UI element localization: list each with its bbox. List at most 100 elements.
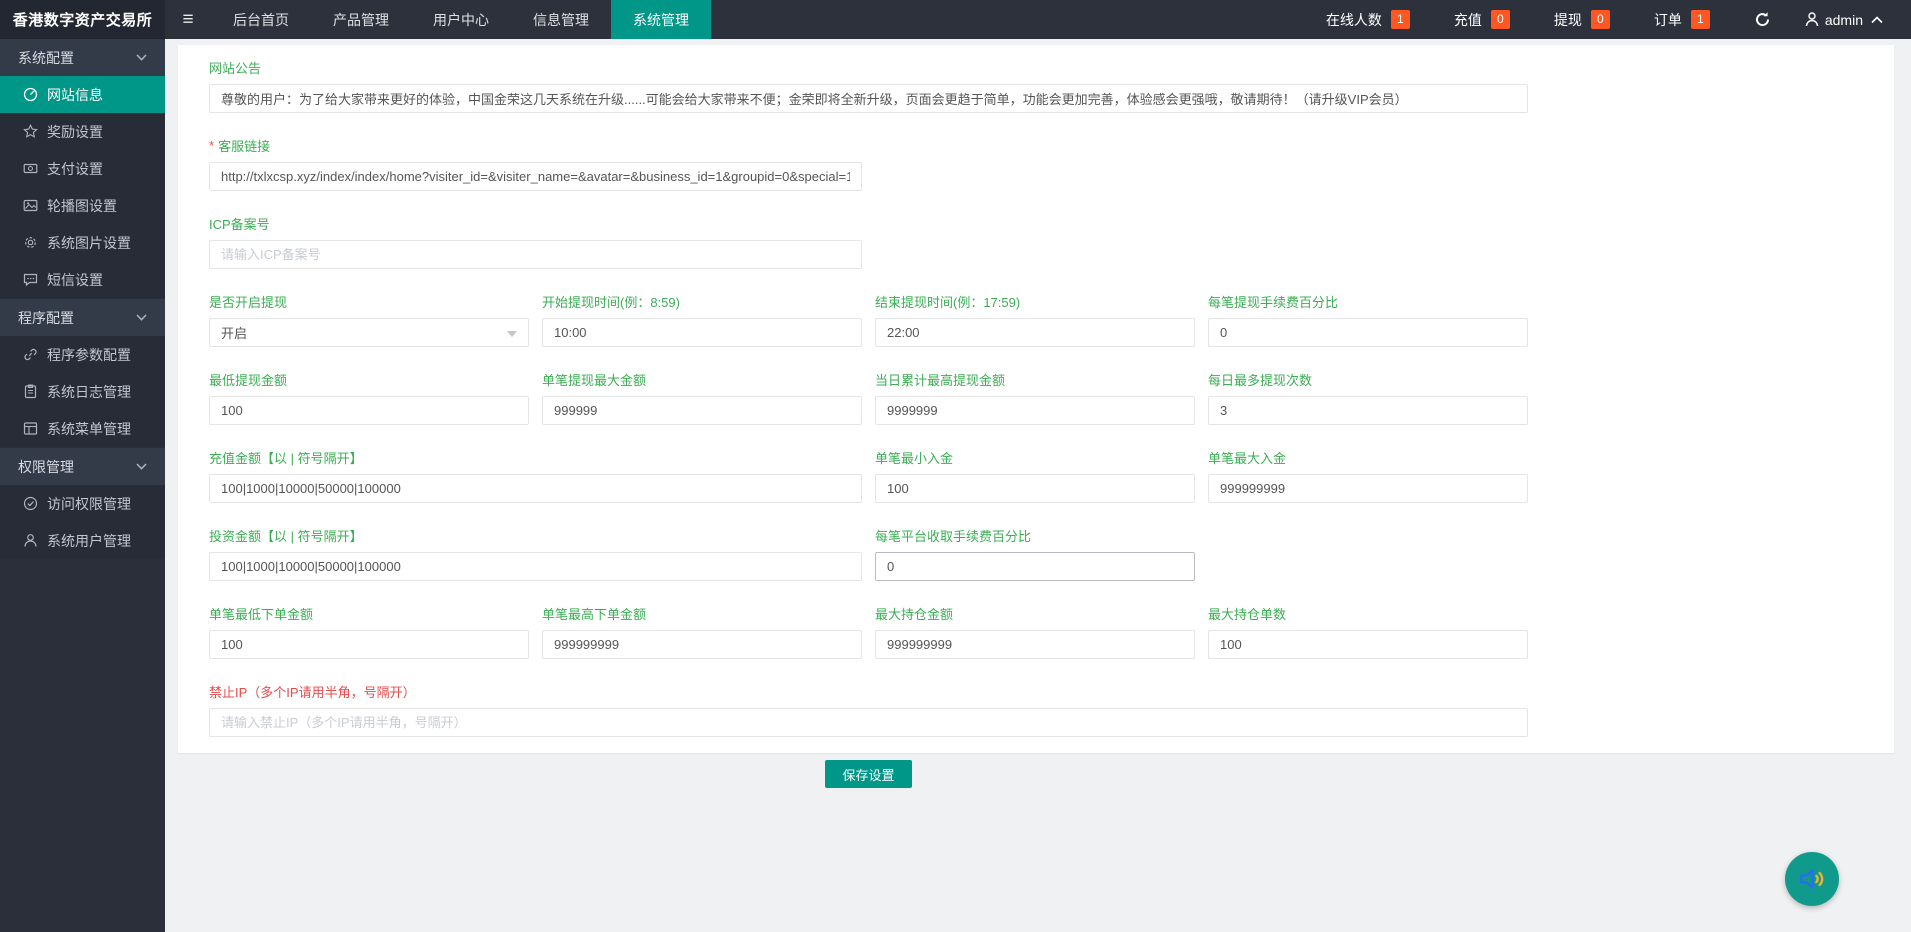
sidebar-section-program-config[interactable]: 程序配置 [0,299,165,336]
stat-recharge[interactable]: 充值 0 [1454,10,1510,30]
status-badge: 0 [1491,10,1510,29]
nav-item-products[interactable]: 产品管理 [311,0,411,39]
stat-online-users[interactable]: 在线人数 1 [1326,10,1410,30]
layout-icon [22,421,38,437]
recharge-amounts-input[interactable] [209,474,862,503]
required-asterisk: * [209,138,214,153]
link-icon [22,347,38,363]
field-label: 是否开启提现 [209,292,529,311]
stat-withdraw[interactable]: 提现 0 [1554,10,1610,30]
sidebar-items: 程序参数配置 系统日志管理 系统菜单管理 [0,336,165,447]
field-platform-fee-percent: 每笔平台收取手续费百分比 [875,526,1195,581]
withdraw-fee-percent-input[interactable] [1208,318,1528,347]
gear-icon [22,235,38,251]
max-deposit-input[interactable] [1208,474,1528,503]
sidebar-section-permissions[interactable]: 权限管理 [0,448,165,485]
sidebar-item-site-info[interactable]: 网站信息 [0,76,165,113]
sidebar-item-access-permissions[interactable]: 访问权限管理 [0,485,165,522]
min-withdraw-input[interactable] [209,396,529,425]
sidebar-section-system-config[interactable]: 系统配置 [0,39,165,76]
top-navigation: 后台首页 产品管理 用户中心 信息管理 系统管理 [211,0,711,39]
field-withdraw-enable: 是否开启提现 开启 [209,292,529,347]
field-label: 网站公告 [209,58,1528,77]
min-order-amount-input[interactable] [209,630,529,659]
status-badge: 1 [1691,10,1710,29]
max-withdraw-per-order-input[interactable] [542,396,862,425]
nav-item-system[interactable]: 系统管理 [611,0,711,39]
field-withdraw-end-time: 结束提现时间(例：17:59) [875,292,1195,347]
field-min-deposit: 单笔最小入金 [875,448,1195,503]
sidebar-item-system-logs[interactable]: 系统日志管理 [0,373,165,410]
sidebar-items: 网站信息 奖励设置 支付设置 轮播图设置 系统图片设置 短信设置 [0,76,165,298]
field-label: 最大持仓金额 [875,604,1195,623]
service-link-input[interactable] [209,162,862,191]
platform-fee-percent-input[interactable] [875,552,1195,581]
nav-item-info[interactable]: 信息管理 [511,0,611,39]
sidebar-item-system-menus[interactable]: 系统菜单管理 [0,410,165,447]
sidebar-item-program-params[interactable]: 程序参数配置 [0,336,165,373]
max-position-count-input[interactable] [1208,630,1528,659]
topbar-right: 在线人数 1 充值 0 提现 0 订单 1 admin [1326,0,1911,39]
field-daily-max-withdraw: 当日累计最高提现金额 [875,370,1195,425]
shield-check-icon [22,496,38,512]
invest-amounts-input[interactable] [209,552,862,581]
announcement-input[interactable] [209,84,1528,113]
settings-card: 网站公告 *客服链接 ICP备案号 [178,45,1894,753]
nav-item-dashboard[interactable]: 后台首页 [211,0,311,39]
forbidden-ip-input[interactable] [209,708,1528,737]
field-label: 禁止IP（多个IP请用半角，号隔开） [209,682,1528,701]
speaker-icon [1797,864,1827,894]
username: admin [1825,12,1863,28]
field-min-order-amount: 单笔最低下单金额 [209,604,529,659]
chevron-down-icon [507,331,517,337]
field-label: 开始提现时间(例：8:59) [542,292,862,311]
field-max-position-count: 最大持仓单数 [1208,604,1528,659]
field-invest-amounts: 投资金额【以 | 符号隔开】 [209,526,862,581]
withdraw-enable-select[interactable]: 开启 [209,318,529,347]
field-label: 单笔最小入金 [875,448,1195,467]
stat-label: 在线人数 [1326,10,1382,30]
field-max-withdraw-per-order: 单笔提现最大金额 [542,370,862,425]
withdraw-end-time-input[interactable] [875,318,1195,347]
save-settings-button[interactable]: 保存设置 [825,760,911,788]
stat-label: 充值 [1454,10,1482,30]
icp-input[interactable] [209,240,862,269]
field-label: ICP备案号 [209,214,862,233]
star-icon [22,124,38,140]
field-label: 单笔最大入金 [1208,448,1528,467]
chevron-up-icon [1871,16,1889,24]
sidebar-item-payment-settings[interactable]: 支付设置 [0,150,165,187]
app-title: 香港数字资产交易所 [0,0,165,39]
status-badge: 1 [1391,10,1410,29]
refresh-icon[interactable] [1754,11,1771,28]
withdraw-start-time-input[interactable] [542,318,862,347]
menu-icon[interactable]: ≡ [165,0,211,39]
field-service-link: *客服链接 [209,136,862,191]
sidebar-item-reward-settings[interactable]: 奖励设置 [0,113,165,150]
sidebar-item-sms-settings[interactable]: 短信设置 [0,261,165,298]
field-label: 单笔提现最大金额 [542,370,862,389]
sidebar-item-system-users[interactable]: 系统用户管理 [0,522,165,559]
field-label: 当日累计最高提现金额 [875,370,1195,389]
field-label: 结束提现时间(例：17:59) [875,292,1195,311]
field-label: 投资金额【以 | 符号隔开】 [209,526,862,545]
max-order-amount-input[interactable] [542,630,862,659]
field-daily-withdraw-count: 每日最多提现次数 [1208,370,1528,425]
daily-withdraw-count-input[interactable] [1208,396,1528,425]
max-position-amount-input[interactable] [875,630,1195,659]
daily-max-withdraw-input[interactable] [875,396,1195,425]
field-icp-number: ICP备案号 [209,214,862,269]
field-label: 单笔最低下单金额 [209,604,529,623]
field-label: 单笔最高下单金额 [542,604,862,623]
stat-label: 提现 [1554,10,1582,30]
stat-orders[interactable]: 订单 1 [1654,10,1710,30]
field-label: 最大持仓单数 [1208,604,1528,623]
audio-announcement-button[interactable] [1785,852,1839,906]
min-deposit-input[interactable] [875,474,1195,503]
user-menu[interactable]: admin [1805,12,1889,28]
sidebar-item-carousel-settings[interactable]: 轮播图设置 [0,187,165,224]
field-forbidden-ip: 禁止IP（多个IP请用半角，号隔开） [209,682,1528,737]
sidebar-item-system-images[interactable]: 系统图片设置 [0,224,165,261]
nav-item-users[interactable]: 用户中心 [411,0,511,39]
chevron-down-icon [136,54,147,61]
